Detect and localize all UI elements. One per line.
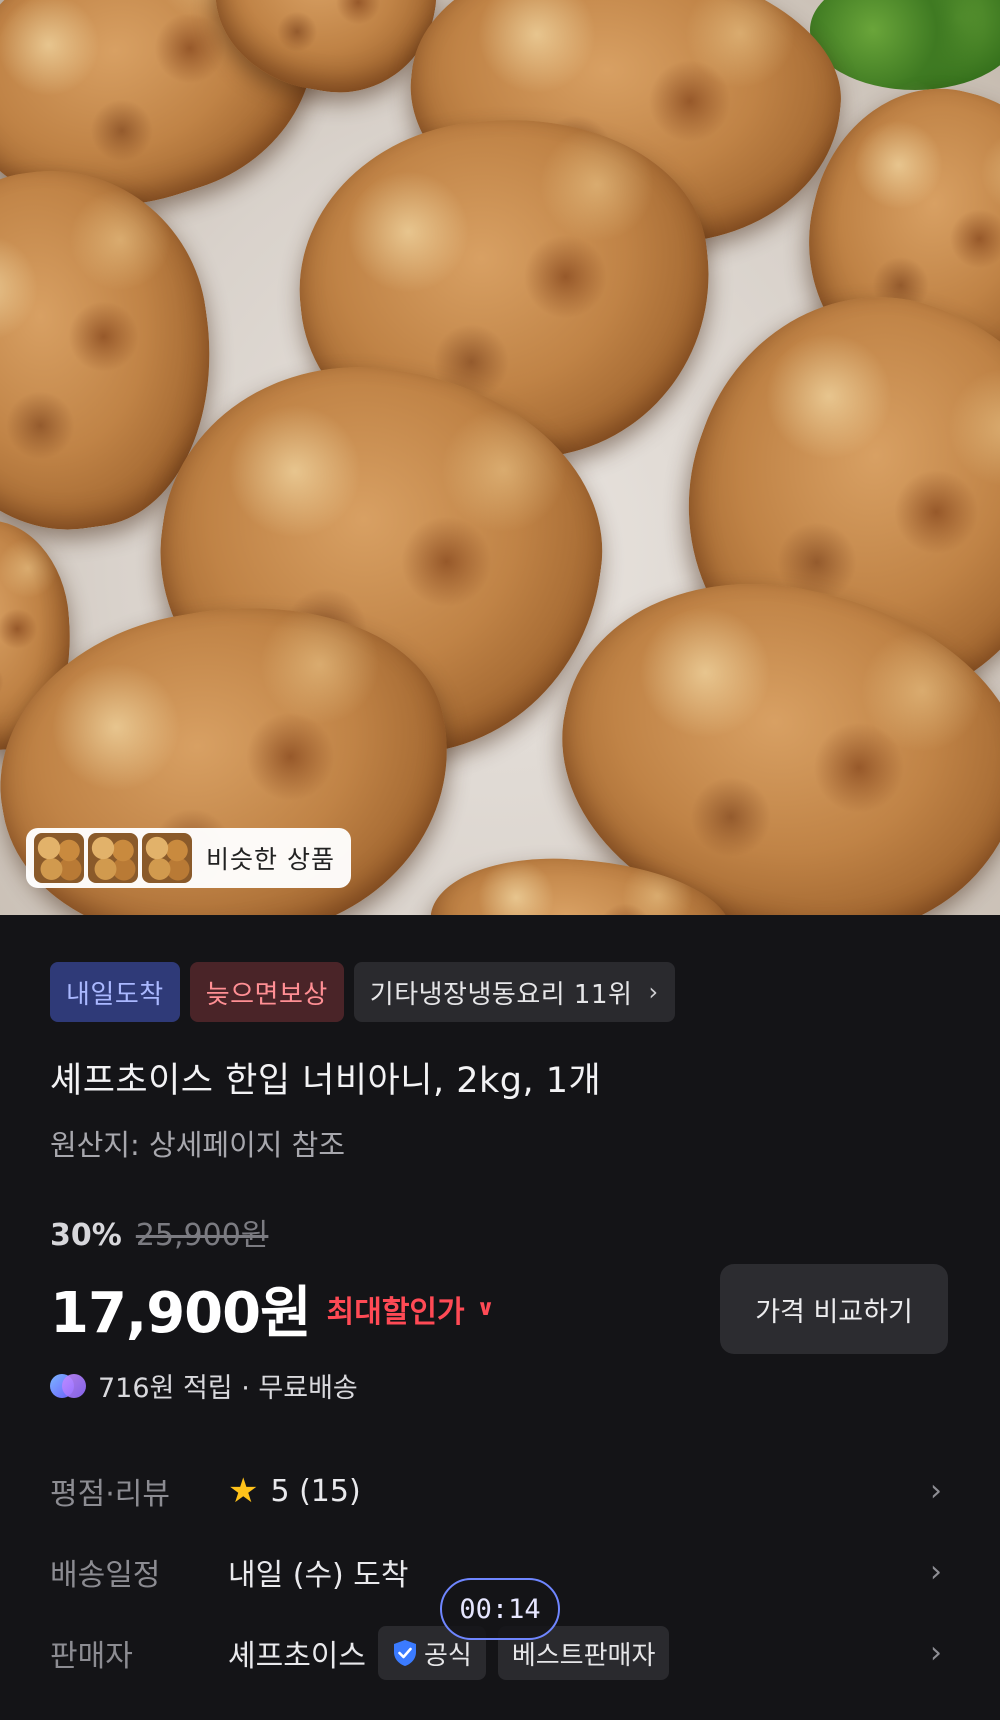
category-rank-label: 기타냉장냉동요리 11위 [369,979,633,1010]
product-title: 셰프초이스 한입 너비아니, 2kg, 1개 [50,1061,602,1101]
seller-value: 셰프초이스 공식 베스트판매자 [228,1626,670,1680]
max-discount-label: 최대할인가 [326,1294,465,1330]
original-price: 25,900원 [135,1218,269,1253]
seller-name: 셰프초이스 [228,1639,366,1674]
delivery-value: 내일 (수) 도착 [228,1558,409,1593]
similar-thumb [142,833,192,883]
rating-value: ★ 5 (15) [228,1471,361,1511]
chevron-right-icon: › [930,1635,942,1671]
rating-text: 5 (15) [270,1473,361,1509]
similar-thumb [88,833,138,883]
arrival-badge: 내일도착 [50,962,180,1022]
timer-overlay[interactable]: 00:14 [440,1578,560,1640]
garnish-greens [810,0,1000,90]
product-page: 비슷한 상품 내일도착 늦으면보상 기타냉장냉동요리 11위 › 셰프초이스 한… [0,0,1000,1720]
star-icon: ★ [228,1471,259,1511]
chevron-down-icon: ∨ [476,1296,495,1321]
sale-price: 17,900원 [50,1281,312,1346]
chevron-right-icon: › [930,1473,942,1509]
official-badge-label: 공식 [424,1640,472,1671]
badge-row: 내일도착 늦으면보상 기타냉장냉동요리 11위 › [50,962,675,1022]
rating-review-label: 평점·리뷰 [50,1477,170,1512]
shield-check-icon [394,1640,416,1666]
points-shipping-text: 716원 적립 · 무료배송 [98,1373,358,1404]
similar-thumb [34,833,84,883]
late-compensation-badge: 늦으면보상 [189,962,344,1022]
rating-review-row[interactable]: 평점·리뷰 ★ 5 (15) › [50,1461,950,1521]
product-image[interactable]: 비슷한 상품 [0,0,1000,915]
points-shipping-row: 716원 적립 · 무료배송 [50,1366,358,1405]
product-origin: 원산지: 상세페이지 참조 [50,1128,346,1162]
points-icon [50,1372,86,1400]
max-discount-toggle[interactable]: 최대할인가 ∨ [327,1287,495,1331]
similar-products-label: 비슷한 상품 [206,845,335,874]
category-rank-badge[interactable]: 기타냉장냉동요리 11위 › [353,962,675,1022]
chevron-right-icon: › [930,1554,942,1590]
similar-products-chip[interactable]: 비슷한 상품 [26,828,351,888]
price-row: 17,900원 최대할인가 ∨ [50,1268,495,1349]
delivery-schedule-label: 배송일정 [50,1558,161,1593]
discount-percent: 30% [50,1218,122,1253]
discount-row: 30% 25,900원 [50,1210,268,1254]
chevron-right-icon: › [648,978,659,1006]
price-compare-button[interactable]: 가격 비교하기 [720,1264,948,1354]
seller-label: 판매자 [50,1639,133,1674]
